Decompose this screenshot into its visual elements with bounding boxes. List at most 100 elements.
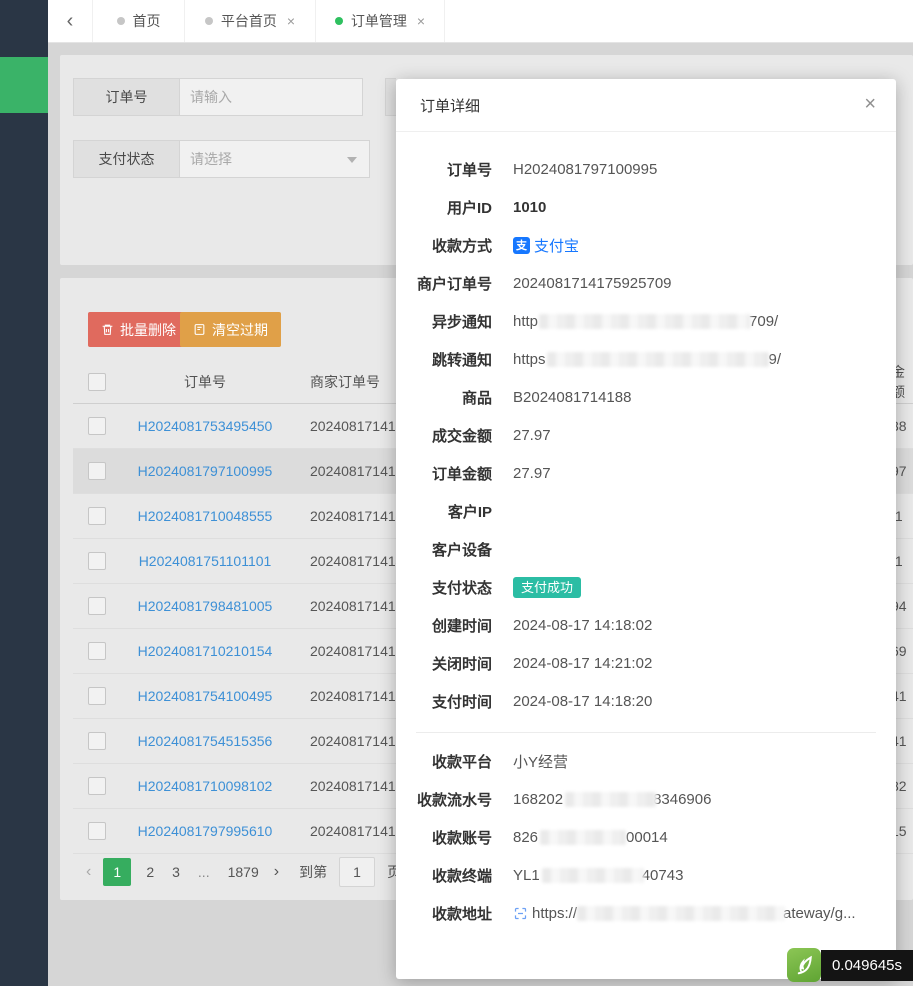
- order-no-filter-input[interactable]: [180, 78, 363, 116]
- page-ellipsis: ...: [195, 864, 213, 880]
- order-detail-modal: 订单详细 × 订单号 H2024081797100995 用户ID 1010 收…: [396, 79, 896, 979]
- tab-status-dot: [335, 17, 343, 25]
- pay-status-filter-label: 支付状态: [73, 140, 180, 178]
- clear-file-icon: [193, 323, 206, 336]
- trace-logo-button[interactable]: [787, 948, 821, 982]
- field-label: 跳转通知: [396, 349, 492, 370]
- order-no-link[interactable]: H2024081798481005: [138, 598, 273, 614]
- merchant-no-cell: 202408171412: [310, 809, 403, 853]
- order-no-value: H2024081797100995: [513, 161, 657, 178]
- merchant-no-cell: 202408171417: [310, 449, 403, 493]
- order-no-link[interactable]: H2024081797995610: [138, 823, 273, 839]
- page-button-active[interactable]: 1: [103, 858, 131, 886]
- section-divider: [416, 732, 876, 733]
- pay-url-value: https:// ateway/g...: [513, 905, 856, 922]
- tab-home[interactable]: 首页: [92, 0, 184, 42]
- order-no-link[interactable]: H2024081710048555: [138, 508, 273, 524]
- field-label: 收款流水号: [396, 789, 492, 810]
- select-placeholder: 请选择: [190, 149, 232, 169]
- modal-body: 订单号 H2024081797100995 用户ID 1010 收款方式 支 支…: [396, 132, 896, 932]
- merchant-no-cell: 202408171412: [310, 764, 403, 808]
- deal-amount-value: 27.97: [513, 427, 551, 444]
- page-next-button[interactable]: ›: [274, 863, 279, 881]
- batch-delete-button[interactable]: 批量删除: [88, 312, 189, 347]
- field-label: 客户IP: [396, 501, 492, 522]
- pay-status-filter-group: 支付状态 请选择: [73, 140, 370, 178]
- tab-platform-home[interactable]: 平台首页 ×: [184, 0, 315, 42]
- status-badge: 支付成功: [513, 577, 581, 598]
- page-button[interactable]: 2: [143, 864, 157, 880]
- field-label: 支付时间: [396, 691, 492, 712]
- merchant-no-cell: 202408171413: [310, 629, 403, 673]
- field-label: 支付状态: [396, 577, 492, 598]
- merchant-no-cell: 202408171413: [310, 674, 403, 718]
- merchant-order-no-value: 2024081714175925709: [513, 275, 672, 292]
- page-elapsed-time: 0.049645s: [821, 950, 913, 981]
- col-header-merchant-no: 商家订单号: [310, 360, 380, 403]
- merchant-no-cell: 202408171417: [310, 494, 403, 538]
- tab-bar: ‹ 首页 平台首页 × 订单管理 ×: [48, 0, 913, 43]
- order-no-filter-label: 订单号: [73, 78, 180, 116]
- close-icon[interactable]: ×: [417, 13, 425, 29]
- order-no-filter-group: 订单号: [73, 78, 363, 116]
- order-no-link[interactable]: H2024081751101101: [139, 553, 272, 569]
- field-label: 商户订单号: [396, 273, 492, 294]
- redirect-notify-value: https 9/: [513, 351, 781, 368]
- tab-status-dot: [205, 17, 213, 25]
- order-no-link[interactable]: H2024081710098102: [138, 778, 273, 794]
- account-no-value: 826 00014: [513, 829, 668, 846]
- tab-status-dot: [117, 17, 125, 25]
- jump-page-input[interactable]: [339, 857, 375, 887]
- tab-label: 平台首页: [221, 11, 277, 31]
- field-label: 订单金额: [396, 463, 492, 484]
- product-value: B2024081714188: [513, 389, 631, 406]
- order-amount-value: 27.97: [513, 465, 551, 482]
- modal-header: 订单详细: [396, 79, 896, 132]
- page-button[interactable]: 3: [169, 864, 183, 880]
- tab-order-management[interactable]: 订单管理 ×: [315, 0, 445, 42]
- close-time-value: 2024-08-17 14:21:02: [513, 655, 652, 672]
- hidden-filter-group-fragment: [385, 78, 396, 116]
- field-label: 创建时间: [396, 615, 492, 636]
- order-no-link[interactable]: H2024081754515356: [138, 733, 273, 749]
- order-no-link[interactable]: H2024081710210154: [138, 643, 273, 659]
- order-admin-page: ‹ 首页 平台首页 × 订单管理 × 订单号 支付状态 请选择: [0, 0, 913, 986]
- field-label: 关闭时间: [396, 653, 492, 674]
- merchant-no-cell: 202408171413: [310, 584, 403, 628]
- merchant-no-cell: 202408171418: [310, 404, 403, 448]
- clear-expired-button[interactable]: 清空过期: [180, 312, 281, 347]
- alipay-icon: 支: [513, 237, 530, 254]
- scan-link-icon: [513, 906, 528, 921]
- sidebar-active-menu-item[interactable]: [0, 57, 48, 113]
- leaf-logo-icon: [792, 953, 816, 977]
- batch-delete-label: 批量删除: [120, 320, 176, 340]
- modal-title: 订单详细: [420, 95, 480, 116]
- close-icon[interactable]: ×: [287, 13, 295, 29]
- order-no-link[interactable]: H2024081754100495: [138, 688, 273, 704]
- pagination: ‹ 1 2 3 ... 1879 › 到第 页: [86, 856, 401, 888]
- create-time-value: 2024-08-17 14:18:02: [513, 617, 652, 634]
- redacted-blur: [577, 906, 785, 921]
- trash-icon: [101, 323, 114, 336]
- order-no-link[interactable]: H2024081753495450: [138, 418, 273, 434]
- redacted-blur: [539, 314, 751, 329]
- field-label: 收款方式: [396, 235, 492, 256]
- platform-value: 小Y经营: [513, 751, 568, 772]
- redacted-blur: [547, 352, 769, 367]
- close-icon[interactable]: ×: [864, 94, 876, 114]
- field-label: 收款地址: [396, 903, 492, 924]
- field-label: 收款账号: [396, 827, 492, 848]
- pay-status-select[interactable]: 请选择: [180, 140, 370, 178]
- field-label: 用户ID: [396, 197, 492, 218]
- collapsed-sidebar[interactable]: [0, 0, 48, 986]
- clear-expired-label: 清空过期: [212, 320, 268, 340]
- col-header-order-no: 订单号: [100, 360, 310, 403]
- page-button-last[interactable]: 1879: [225, 864, 262, 880]
- merchant-no-cell: 202408171412: [310, 719, 403, 763]
- order-no-link[interactable]: H2024081797100995: [138, 463, 273, 479]
- page-prev-button[interactable]: ‹: [86, 863, 91, 881]
- field-label: 收款终端: [396, 865, 492, 886]
- field-label: 客户设备: [396, 539, 492, 560]
- tabs-back-button[interactable]: ‹: [48, 0, 92, 42]
- terminal-no-value: YL1 40743: [513, 867, 683, 884]
